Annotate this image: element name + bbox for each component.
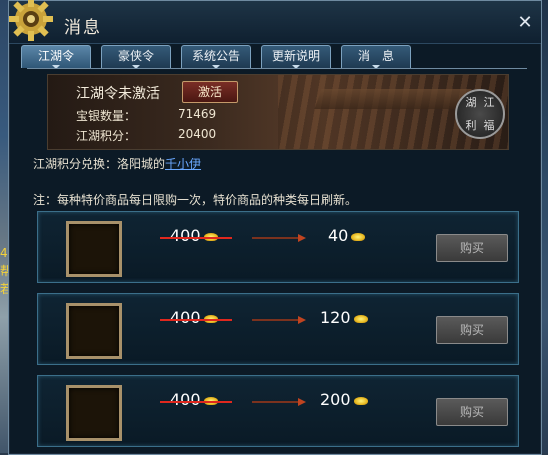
jianghuling-banner: 江湖令未激活 激活 宝银数量： 71469 江湖积分： 20400 湖江利福 (47, 74, 509, 150)
welfare-seal-icon[interactable]: 湖江利福 (455, 89, 505, 139)
close-icon[interactable]: ✕ (515, 13, 535, 33)
tab-messages[interactable]: 消 息 (341, 45, 411, 69)
list-item: 400 40 购买 (37, 211, 519, 283)
tab-jianghuling[interactable]: 江湖令 (21, 45, 91, 69)
buy-button[interactable]: 购买 (436, 234, 508, 262)
gear-icon (9, 0, 53, 41)
seal-char: 江 (483, 95, 495, 109)
new-price-value: 40 (328, 226, 349, 245)
new-price-value: 120 (320, 308, 351, 327)
tab-haoxialing[interactable]: 豪侠令 (101, 45, 171, 69)
buy-button[interactable]: 购买 (436, 316, 508, 344)
strikethrough (160, 319, 232, 321)
tab-label: 消 息 (357, 49, 394, 63)
tab-update-notes[interactable]: 更新说明 (261, 45, 331, 69)
arrow-right-icon (252, 316, 306, 324)
old-price-value: 400 (170, 390, 201, 409)
tab-label: 江湖令 (37, 49, 74, 63)
npc-link[interactable]: 千小伊 (165, 157, 201, 171)
points-value: 20400 (178, 127, 217, 141)
old-price-value: 400 (170, 226, 201, 245)
banner-art-roof (314, 89, 472, 109)
banner-title: 江湖令未激活 (76, 86, 160, 102)
window-title: 消息 (64, 18, 102, 38)
arrow-right-icon (252, 398, 306, 406)
tab-label: 豪侠令 (117, 49, 154, 63)
old-price: 400 (170, 308, 218, 327)
silver-label: 宝银数量： (76, 109, 137, 123)
list-item: 400 200 购买 (37, 375, 519, 447)
tab-system-notice[interactable]: 系统公告 (181, 45, 251, 69)
seal-char: 湖 (465, 95, 477, 109)
points-label: 江湖积分： (76, 129, 137, 143)
arrow-right-icon (252, 234, 306, 242)
gold-ingot-icon (353, 396, 368, 405)
item-slot[interactable] (66, 385, 122, 441)
new-price: 120 (320, 308, 368, 327)
title-bar: 消息 ✕ (9, 0, 541, 44)
seal-char: 福 (483, 118, 495, 132)
strikethrough (160, 237, 232, 239)
item-slot[interactable] (66, 303, 122, 359)
exchange-info: 江湖积分兑换：洛阳城的千小伊 (33, 155, 201, 172)
tab-label: 系统公告 (191, 49, 240, 63)
tab-label: 更新说明 (271, 49, 320, 63)
new-price-value: 200 (320, 390, 351, 409)
new-price: 40 (328, 226, 366, 245)
list-item: 400 120 购买 (37, 293, 519, 365)
new-price: 200 (320, 390, 368, 409)
divider (27, 68, 527, 69)
activate-button[interactable]: 激活 (182, 81, 238, 103)
buy-button[interactable]: 购买 (436, 398, 508, 426)
item-slot[interactable] (66, 221, 122, 277)
gold-ingot-icon (353, 314, 368, 323)
seal-char: 利 (465, 118, 477, 132)
strikethrough (160, 401, 232, 403)
message-window: 消息 ✕ 江湖令 豪侠令 系统公告 更新说明 消 息 江湖令未激活 激活 宝银数… (8, 0, 542, 455)
exchange-prefix: 江湖积分兑换：洛阳城的 (33, 157, 166, 171)
gold-ingot-icon (351, 232, 366, 241)
notice-text: 注：每种特价商品每日限购一次，特价商品的种类每日刷新。 (33, 193, 358, 207)
old-price: 400 (170, 390, 218, 409)
old-price: 400 (170, 226, 218, 245)
silver-value: 71469 (178, 107, 217, 121)
old-price-value: 400 (170, 308, 201, 327)
